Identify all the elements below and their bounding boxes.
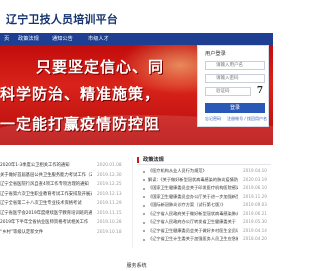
username-input[interactable]	[205, 61, 265, 70]
news-date: 2019.12.13	[97, 191, 122, 197]
policy-item-title: 《辽宁省卫生计生委关于加强医务人员卫生应急能力	[148, 236, 238, 241]
bullet-icon	[143, 204, 145, 207]
policy-item[interactable]: 《辽宁省卫生健康委员会关于做好乡村医生全员培训 2019.04.14	[143, 227, 271, 236]
nav-item-policy[interactable]: 政策法规	[18, 34, 39, 44]
news-date: 2019.12.30	[97, 172, 122, 178]
news-item[interactable]: 辽宁全省医院行风自查4项工作专项治理的通知 2019.12.25	[0, 181, 130, 190]
column-divider	[132, 158, 133, 248]
news-title: “乡村”等级认定新文件	[0, 229, 44, 235]
policy-item[interactable]: 解读：《关于做好新型冠状病毒感染的肺炎疫情防控中 2020.03.19	[143, 176, 271, 185]
policy-item-title: 《医疗机构从业人员行为规范》	[148, 168, 207, 173]
page: 辽宁卫技人员培训平台 页 政策法规 通知公告 市级人才 只要坚定信心、同 科学防…	[0, 0, 273, 271]
site-title[interactable]: 辽宁卫技人员培训平台	[6, 11, 118, 27]
register-link[interactable]: 注册帐号 / 找回用户名	[227, 116, 267, 122]
bullet-icon	[143, 187, 145, 190]
policy-item[interactable]: 《国际新冠肺炎诊疗方案（试行第七版）》 2019.09.03	[143, 201, 271, 210]
news-date: 2019.11.15	[97, 210, 122, 216]
news-date: 2020.01.08	[97, 163, 122, 168]
news-title: 辽宁省医学会2019年度继续医学教育培训班的通知	[0, 210, 92, 216]
policy-item[interactable]: 《辽宁省卫生计生委关于加强医务人员卫生应急能力 2018.04.20	[143, 235, 271, 244]
news-item[interactable]: 辽宁省医学会2019年度继续医学教育培训班的通知 2019.11.15	[0, 210, 130, 219]
news-item[interactable]: 关于做好首届基层公共卫生服务能力考试工作（2020 2019.12.30	[0, 172, 130, 181]
bullet-icon	[143, 179, 145, 181]
policy-item-title: 《国家卫生健康委员会关于印发医疗机构医院感染...	[148, 185, 238, 190]
news-item[interactable]: 2019年下半年全省执业医师资格考试相关工作 2019.10.28	[0, 219, 130, 228]
policy-item[interactable]: 《国家卫生健康委员会办公厅关于进一步加强新型冠状 2019.11.29	[143, 193, 271, 202]
policy-item-title: 《辽宁省人民政府办公厅转发省卫生健康委关于	[148, 219, 236, 224]
main-nav: 页 政策法规 通知公告 市级人才	[0, 33, 273, 45]
login-title: 用户登录	[205, 51, 226, 57]
policy-item-title: 《国际新冠肺炎诊疗方案（试行第七版）》	[148, 202, 226, 207]
news-title: 关于做好首届基层公共卫生服务能力考试工作（2020	[0, 172, 92, 178]
policy-item-date: 2019.09.03	[243, 202, 267, 207]
captcha-image[interactable]: 7	[253, 86, 267, 97]
policy-item-date: 2018.04.20	[243, 236, 267, 241]
news-date: 2019.10.28	[97, 220, 122, 225]
news-title: 辽宁全省医院行风自查4项工作专项治理的通知	[0, 182, 89, 187]
news-title: 辽宁全省第二十八次卫生专业技术资格考试	[0, 201, 82, 206]
login-panel: 用户登录 7 登录 忘记密码 注册帐号 / 找回用户名	[197, 45, 269, 127]
policy-item-date: 2019.06.21	[243, 210, 267, 216]
policy-item-title: 《国家卫生健康委员会办公厅关于进一步加强新型冠状	[148, 193, 238, 199]
policy-item[interactable]: 《医疗机构从业人员行为规范》 2019.04.10	[143, 167, 271, 176]
news-date: 2019.11.29	[97, 201, 122, 206]
bullet-icon	[143, 230, 145, 232]
policy-item[interactable]: 《辽宁省人民政府关于做好新型冠状病毒感染肺炎疫 2019.06.21	[143, 210, 271, 219]
policy-item-date: 2019.06.10	[243, 185, 267, 190]
policy-title[interactable]: 政策法规	[143, 156, 164, 163]
captcha-input[interactable]	[205, 87, 251, 96]
policy-item-date: 2019.05.30	[243, 219, 267, 224]
policy-item[interactable]: 《国家卫生健康委员会关于印发医疗机构医院感染... 2019.06.10	[143, 184, 271, 193]
policy-item-title: 《辽宁省人民政府关于做好新型冠状病毒感染肺炎疫	[148, 210, 238, 216]
nav-item-notice[interactable]: 通知公告	[52, 34, 73, 44]
bullet-icon	[143, 238, 145, 241]
bullet-icon	[143, 221, 145, 224]
policy-item-date: 2019.04.10	[243, 168, 267, 173]
policy-header: 政策法规	[137, 155, 271, 165]
banner-line-3: 一定能打赢疫情防控阻	[0, 115, 161, 133]
bullet-icon	[143, 196, 145, 198]
bullet-icon	[143, 213, 145, 215]
policy-item-title: 解读：《关于做好新型冠状病毒感染的肺炎疫情防控中	[148, 176, 238, 182]
news-title: 2019年下半年全省执业医师资格考试相关工作	[0, 220, 89, 225]
section-marker	[137, 157, 139, 163]
policy-item-title: 《辽宁省卫生健康委员会关于做好乡村医生全员培训	[148, 227, 238, 233]
news-list: 2020年1-3季度公卫相关工作的通知 2020.01.08 关于做好首届基层公共…	[0, 162, 130, 242]
news-item[interactable]: 辽宁全省第二十八次卫生专业技术资格考试 2019.11.29	[0, 200, 130, 209]
policy-item-date: 2019.04.14	[243, 227, 267, 233]
service-section-title: 服务系统	[126, 263, 147, 269]
news-title: 2020年1-3季度公卫相关工作的通知	[0, 163, 70, 168]
login-button[interactable]: 登录	[205, 103, 265, 113]
news-date: 2019.12.25	[97, 182, 122, 187]
news-title: 辽宁省第六次卫生职业教育考试工作安排及开展通知	[0, 191, 92, 197]
password-input[interactable]	[205, 74, 265, 83]
forgot-password-link[interactable]: 忘记密码	[205, 116, 221, 121]
news-date: 2019.10.18	[97, 229, 122, 235]
policy-item-date: 2020.03.19	[243, 176, 267, 182]
header: 辽宁卫技人员培训平台	[0, 0, 273, 33]
nav-item-home[interactable]: 页	[4, 34, 9, 44]
news-item[interactable]: 2020年1-3季度公卫相关工作的通知 2020.01.08	[0, 162, 130, 171]
news-item[interactable]: 辽宁省第六次卫生职业教育考试工作安排及开展通知 2019.12.13	[0, 191, 130, 200]
login-links: 忘记密码 注册帐号 / 找回用户名	[205, 116, 267, 122]
policy-item[interactable]: 《辽宁省人民政府办公厅转发省卫生健康委关于 2019.05.30	[143, 218, 271, 227]
policy-section: 政策法规 《医疗机构从业人员行为规范》 2019.04.10 解读：《关于做好新型…	[137, 155, 271, 245]
nav-item-talent[interactable]: 市级人才	[88, 34, 109, 44]
banner-line-2: 科学防治、精准施策，	[0, 85, 161, 103]
news-item[interactable]: “乡村”等级认定新文件 2019.10.18	[0, 229, 130, 238]
banner-line-1: 只要坚定信心、同	[36, 58, 165, 76]
policy-item-date: 2019.11.29	[243, 193, 267, 199]
bullet-icon	[143, 170, 145, 173]
